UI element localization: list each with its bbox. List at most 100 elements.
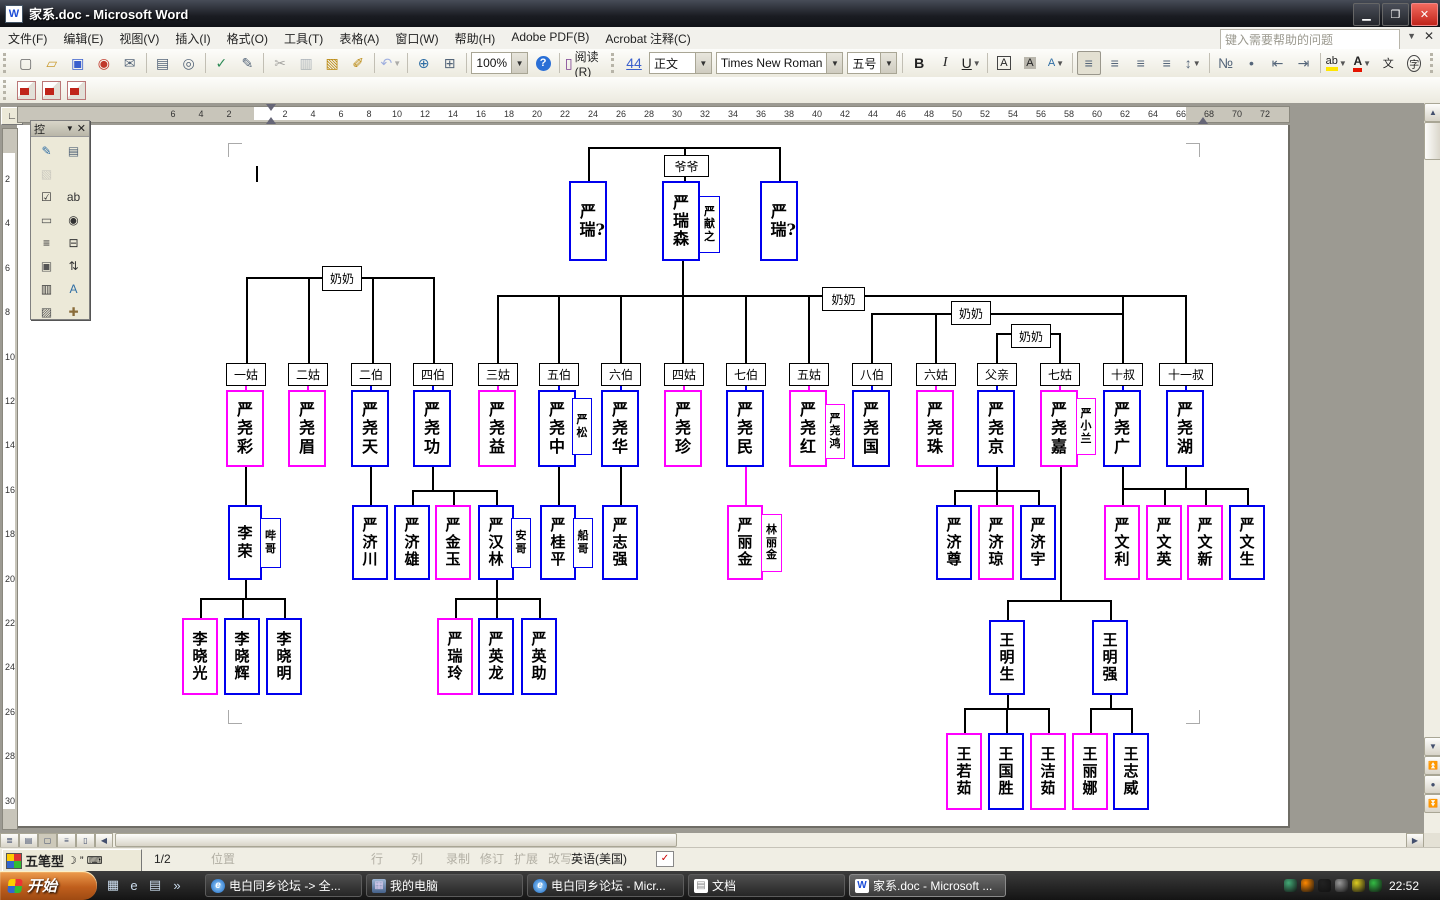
person-box[interactable]: 严瑞森 (662, 181, 700, 261)
relation-label-box[interactable]: 六伯 (601, 363, 641, 386)
person-box[interactable]: 严尧眉 (288, 390, 326, 467)
person-box[interactable]: 严济雄 (394, 505, 430, 580)
person-box[interactable]: 严尧华 (601, 390, 639, 467)
person-box[interactable]: 严文利 (1104, 505, 1140, 580)
person-name: 严尧天 (362, 401, 379, 456)
person-box[interactable]: 严文新 (1187, 505, 1223, 580)
attached-name-box[interactable]: 严献之 (699, 196, 720, 253)
combo-box-tool[interactable]: ⊟ (60, 231, 87, 254)
attached-name-box[interactable]: 船哥 (573, 518, 593, 568)
design-mode-icon: ✎ (41, 144, 51, 158)
person-box[interactable]: 王明生 (989, 620, 1025, 695)
attached-name-box[interactable]: 安哥 (511, 518, 531, 568)
person-box[interactable]: 严尧广 (1103, 390, 1141, 467)
relation-label-box[interactable]: 六姑 (916, 363, 956, 386)
person-box[interactable]: 严志强 (602, 505, 638, 580)
person-box[interactable]: 严尧珍 (664, 390, 702, 467)
person-box[interactable]: 严尧国 (852, 390, 890, 467)
word-window: W 家系.doc - Microsoft Word ▁ ❐ ✕ 文件(F)编辑(… (0, 0, 1440, 900)
toolbox-close-icon[interactable]: ✕ (77, 122, 86, 135)
person-box[interactable]: 严尧彩 (226, 390, 264, 467)
person-box[interactable]: 严济琼 (978, 505, 1014, 580)
design-mode-tool[interactable]: ✎ (33, 139, 60, 162)
person-box[interactable]: 李晓辉 (224, 618, 260, 695)
relation-label-box[interactable]: 一姑 (226, 363, 266, 386)
attached-name-box[interactable]: 严松 (572, 398, 592, 455)
person-box[interactable]: 王丽娜 (1072, 733, 1108, 810)
person-box[interactable]: 严文英 (1146, 505, 1182, 580)
more-controls-tool[interactable]: ✚ (60, 300, 87, 323)
margin-corner-mark (1186, 143, 1200, 157)
person-box[interactable]: 严尧红 (789, 390, 827, 467)
person-box[interactable]: 严瑞? (760, 181, 798, 261)
person-box[interactable]: 严济宇 (1020, 505, 1056, 580)
textbox-tool[interactable]: ab (60, 185, 87, 208)
person-box[interactable]: 王洁茹 (1030, 733, 1066, 810)
grandmother-label-box[interactable]: 奶奶 (322, 266, 362, 291)
person-box[interactable]: 严尧天 (351, 390, 389, 467)
grandmother-label-box[interactable]: 奶奶 (951, 301, 991, 325)
attached-name-box[interactable]: 严小兰 (1076, 398, 1096, 455)
person-box[interactable]: 严英助 (521, 618, 557, 695)
relation-label-box[interactable]: 七伯 (726, 363, 766, 386)
grandmother-label-box[interactable]: 奶奶 (1011, 324, 1051, 348)
person-box[interactable]: 李晓明 (266, 618, 302, 695)
scrollbar-tool[interactable]: ▥ (33, 277, 60, 300)
person-name: 李荣 (237, 525, 253, 559)
attached-name-box[interactable]: 哔哥 (260, 518, 281, 568)
person-box[interactable]: 严尧嘉 (1040, 390, 1078, 467)
person-box[interactable]: 严桂平 (540, 505, 576, 580)
person-box[interactable]: 严济川 (352, 505, 388, 580)
control-toolbox-panel[interactable]: 控 ▼ ✕ ✎▤▧☑ab▭◉≡⊟▣⇅▥A▨✚ (30, 120, 90, 320)
toolbox-dropdown-icon[interactable]: ▼ (66, 124, 74, 133)
attached-name-box[interactable]: 严尧鸿 (825, 404, 845, 459)
person-box[interactable]: 王志威 (1113, 733, 1149, 810)
person-box[interactable]: 严瑞玲 (437, 618, 473, 695)
option-button-tool[interactable]: ◉ (60, 208, 87, 231)
person-box[interactable]: 严金玉 (435, 505, 471, 580)
relation-label-box[interactable]: 八伯 (852, 363, 892, 386)
person-box[interactable]: 严尧益 (478, 390, 516, 467)
relation-label-box[interactable]: 四伯 (413, 363, 453, 386)
person-box[interactable]: 严尧京 (977, 390, 1015, 467)
person-name: 李晓光 (192, 631, 208, 682)
person-box[interactable]: 严尧中 (538, 390, 576, 467)
relation-label-box[interactable]: 七姑 (1040, 363, 1080, 386)
person-box[interactable]: 严英龙 (478, 618, 514, 695)
person-box[interactable]: 严尧民 (726, 390, 764, 467)
attached-name-box[interactable]: 林丽金 (761, 514, 782, 572)
relation-label-box[interactable]: 五伯 (539, 363, 579, 386)
person-box[interactable]: 李晓光 (182, 618, 218, 695)
person-box[interactable]: 王国胜 (988, 733, 1024, 810)
spin-button-tool[interactable]: ⇅ (60, 254, 87, 277)
properties-tool[interactable]: ▤ (60, 139, 87, 162)
checkbox-tool[interactable]: ☑ (33, 185, 60, 208)
relation-label-box[interactable]: 十叔 (1103, 363, 1143, 386)
list-box-tool[interactable]: ≡ (33, 231, 60, 254)
relation-label-box[interactable]: 十一叔 (1159, 363, 1213, 386)
person-box[interactable]: 严文生 (1229, 505, 1265, 580)
person-box[interactable]: 严汉林 (478, 505, 514, 580)
relation-label-box[interactable]: 三姑 (478, 363, 518, 386)
label-tool[interactable]: A (60, 277, 87, 300)
person-box[interactable]: 严尧湖 (1166, 390, 1204, 467)
toggle-button-tool[interactable]: ▣ (33, 254, 60, 277)
person-box[interactable]: 王明强 (1092, 620, 1128, 695)
view-code-tool[interactable]: ▧ (33, 162, 60, 185)
relation-label-box[interactable]: 二伯 (351, 363, 391, 386)
person-box[interactable]: 李荣 (228, 505, 262, 580)
command-button-tool[interactable]: ▭ (33, 208, 60, 231)
grandfather-label-box[interactable]: 爷爷 (664, 155, 709, 177)
person-box[interactable]: 严尧功 (413, 390, 451, 467)
image-tool[interactable]: ▨ (33, 300, 60, 323)
grandmother-label-box[interactable]: 奶奶 (822, 287, 865, 311)
relation-label-box[interactable]: 四姑 (664, 363, 704, 386)
relation-label-box[interactable]: 五姑 (789, 363, 829, 386)
person-box[interactable]: 王若茹 (946, 733, 982, 810)
person-box[interactable]: 严丽金 (727, 505, 763, 580)
person-box[interactable]: 严济尊 (936, 505, 972, 580)
relation-label-box[interactable]: 二姑 (288, 363, 328, 386)
relation-label-box[interactable]: 父亲 (977, 363, 1017, 386)
person-box[interactable]: 严尧珠 (916, 390, 954, 467)
person-box[interactable]: 严瑞? (569, 181, 607, 261)
